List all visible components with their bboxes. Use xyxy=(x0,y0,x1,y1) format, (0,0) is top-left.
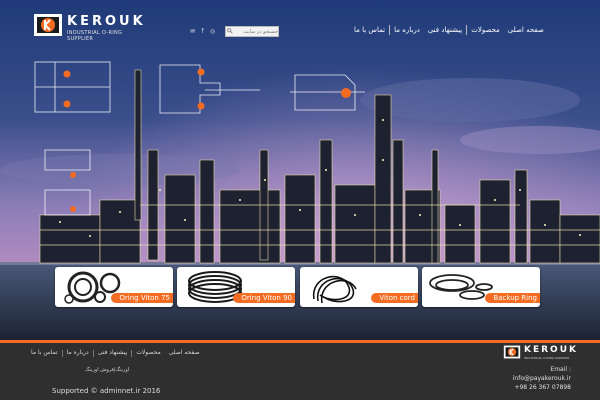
product-card-oring-viton-90[interactable]: Oring Viton 90 xyxy=(177,267,295,307)
footer-nav: صفحه اصلی محصولات پیشنهاد فنی درباره ما … xyxy=(27,348,204,358)
email-icon[interactable]: ✉ xyxy=(189,28,196,35)
social-links: ✉ f ◎ xyxy=(189,28,216,35)
product-label: Oring Viton 90 xyxy=(233,293,295,303)
facebook-icon[interactable]: f xyxy=(199,28,206,35)
product-label: Oring Viton 75 xyxy=(111,293,173,303)
footer-nav-about[interactable]: درباره ما xyxy=(63,348,93,358)
site-header: KEROUK INDUSTRIAL O-RING SUPPLIER ✉ f ◎ … xyxy=(0,8,600,42)
nav-item-contact[interactable]: تماس با ما xyxy=(350,23,389,37)
footer-nav-products[interactable]: محصولات xyxy=(132,348,164,358)
footer-tagline: اورینگ|فروش اورینگ xyxy=(85,367,130,373)
logo-tagline: INDUSTRIAL O-RING SUPPLIER xyxy=(67,30,123,42)
main-nav: صفحه اصلی محصولات پیشنهاد فنی درباره ما … xyxy=(350,23,548,37)
product-label: Viton cord xyxy=(371,293,418,303)
footer-nav-contact[interactable]: تماس با ما xyxy=(27,348,62,358)
email-label: Email : xyxy=(550,366,571,373)
instagram-icon[interactable]: ◎ xyxy=(209,28,216,35)
nav-item-home[interactable]: صفحه اصلی xyxy=(504,23,548,37)
nav-divider xyxy=(389,25,391,35)
nav-item-products[interactable]: محصولات xyxy=(467,23,504,37)
product-card-viton-cord[interactable]: Viton cord xyxy=(300,267,418,307)
site-logo[interactable]: KEROUK INDUSTRIAL O-RING SUPPLIER xyxy=(33,12,148,42)
product-cards: Oring Viton 75 Oring Viton 90 Viton cord… xyxy=(55,267,540,308)
phone-number: +98 26 367 07898 xyxy=(514,384,571,391)
product-label: Backup Ring xyxy=(485,293,540,303)
product-card-backup-ring[interactable]: Backup Ring xyxy=(422,267,540,307)
nav-item-about[interactable]: درباره ما xyxy=(390,23,424,37)
footer-logo[interactable]: KEROUK INDUSTRIAL O-RING SUPPLIER xyxy=(503,345,576,361)
logo-brand-text: KEROUK xyxy=(67,14,146,29)
copyright-text: Supported © adminnet.ir 2016 xyxy=(52,387,161,395)
footer-nav-divider xyxy=(61,350,63,357)
footer-nav-divider xyxy=(131,350,133,357)
search-icon[interactable] xyxy=(227,28,233,34)
nav-divider xyxy=(466,25,468,35)
kerouk-logo-icon xyxy=(503,345,521,359)
search-input[interactable] xyxy=(234,27,278,36)
footer-nav-home[interactable]: صفحه اصلی xyxy=(165,348,204,358)
email-address[interactable]: info@payakerouk.ir xyxy=(513,374,571,383)
product-card-oring-viton-75[interactable]: Oring Viton 75 xyxy=(55,267,173,307)
footer-logo-tagline: INDUSTRIAL O-RING SUPPLIER xyxy=(524,356,570,360)
footer-nav-technical-proposal[interactable]: پیشنهاد فنی xyxy=(94,348,132,358)
kerouk-logo-icon xyxy=(34,14,62,36)
search-box xyxy=(225,26,279,37)
contact-info: Email : info@payakerouk.ir +98 26 367 07… xyxy=(513,365,571,392)
nav-item-technical-proposal[interactable]: پیشنهاد فنی xyxy=(424,23,466,37)
footer-nav-divider xyxy=(92,350,94,357)
page: KEROUK INDUSTRIAL O-RING SUPPLIER ✉ f ◎ … xyxy=(0,0,600,400)
footer-logo-brand: KEROUK xyxy=(524,345,578,355)
site-footer: صفحه اصلی محصولات پیشنهاد فنی درباره ما … xyxy=(0,343,600,400)
